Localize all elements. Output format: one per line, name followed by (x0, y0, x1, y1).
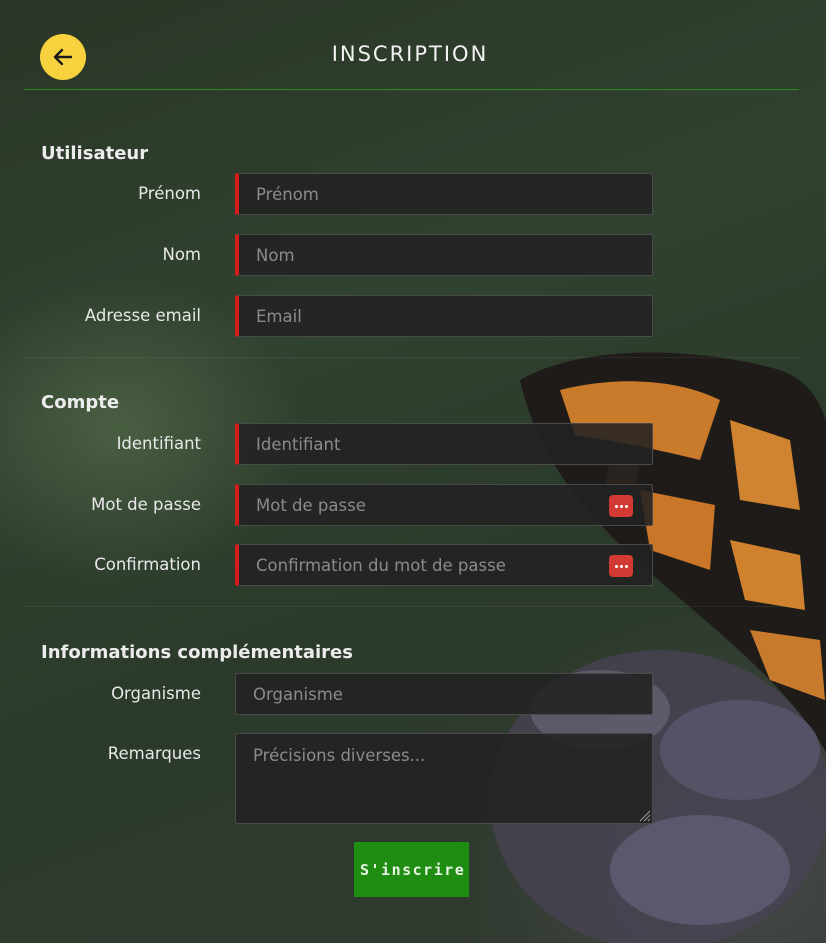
password-label: Mot de passe (91, 495, 201, 514)
email-field (235, 295, 653, 337)
password-row: Mot de passe (0, 484, 826, 526)
remarks-textarea[interactable] (236, 734, 652, 823)
confirm-row: Confirmation (0, 544, 826, 586)
email-row: Adresse email (0, 295, 826, 337)
password-manager-icon[interactable] (609, 555, 633, 577)
login-field (235, 423, 653, 465)
remarks-row: Remarques (0, 733, 826, 824)
section-title-extra: Informations complémentaires (41, 642, 353, 663)
confirm-password-input[interactable] (239, 545, 652, 585)
section-title-account: Compte (41, 392, 120, 413)
resize-handle-icon[interactable] (637, 808, 651, 822)
last-name-input[interactable] (239, 235, 652, 275)
organism-field (235, 673, 653, 715)
section-divider (24, 606, 799, 607)
first-name-label: Prénom (138, 184, 201, 203)
organism-row: Organisme (0, 673, 826, 715)
first-name-field (235, 173, 653, 215)
section-divider (24, 357, 799, 358)
remarks-field (235, 733, 653, 824)
password-input[interactable] (239, 485, 652, 525)
login-row: Identifiant (0, 423, 826, 465)
organism-input[interactable] (236, 674, 652, 714)
organism-label: Organisme (111, 684, 201, 703)
section-title-user: Utilisateur (41, 143, 149, 164)
first-name-input[interactable] (239, 174, 652, 214)
last-name-field (235, 234, 653, 276)
email-label: Adresse email (84, 306, 201, 325)
login-input[interactable] (239, 424, 652, 464)
page-title: INSCRIPTION (331, 42, 489, 66)
remarks-label: Remarques (107, 744, 201, 763)
last-name-label: Nom (162, 245, 201, 264)
email-input[interactable] (239, 296, 652, 336)
confirm-label: Confirmation (94, 555, 201, 574)
confirm-field (235, 544, 653, 586)
signup-button[interactable]: S'inscrire (354, 842, 469, 897)
password-field (235, 484, 653, 526)
password-manager-icon[interactable] (609, 495, 633, 517)
first-name-row: Prénom (0, 173, 826, 215)
login-label: Identifiant (116, 434, 201, 453)
last-name-row: Nom (0, 234, 826, 276)
